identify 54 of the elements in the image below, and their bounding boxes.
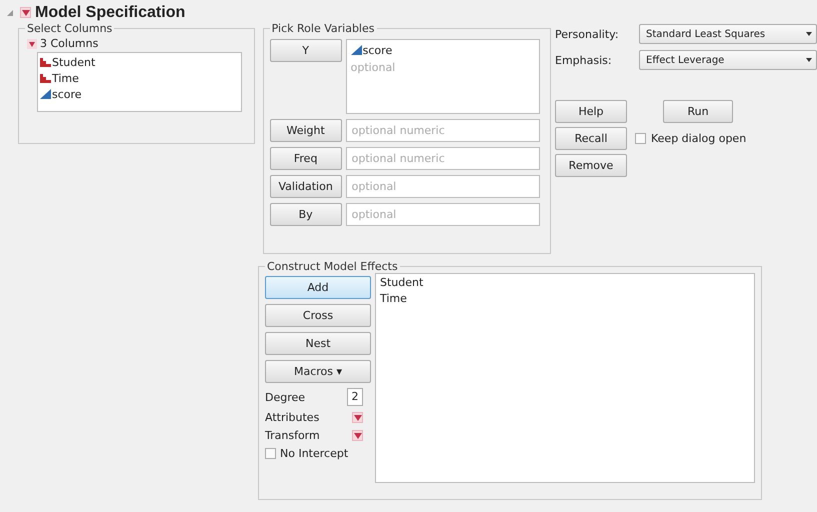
remove-button[interactable]: Remove — [555, 154, 627, 177]
field-label: Transform — [265, 429, 320, 442]
effect-button[interactable]: Add — [265, 276, 371, 299]
panel-title: Construct Model Effects — [266, 260, 399, 273]
role-field[interactable]: optional — [346, 175, 540, 198]
menu-icon[interactable] — [20, 7, 31, 18]
role-button[interactable]: Y — [270, 39, 342, 62]
role-button[interactable]: Validation — [270, 175, 342, 198]
effects-list[interactable]: Student Time — [375, 273, 755, 483]
column-item[interactable]: score — [40, 86, 239, 102]
degree-field[interactable]: 2 — [347, 388, 363, 406]
disclosure-icon[interactable] — [6, 8, 14, 16]
column-item[interactable]: Time — [40, 70, 239, 86]
personality-dropdown[interactable]: Standard Least Squares — [639, 24, 817, 44]
field-label: Personality: — [555, 28, 620, 40]
role-item[interactable]: score — [350, 42, 535, 58]
placeholder-text: optional — [350, 61, 396, 74]
field-label: Degree — [265, 390, 306, 404]
menu-icon[interactable] — [352, 430, 363, 441]
checkbox[interactable] — [265, 448, 276, 459]
effect-button[interactable]: Cross — [265, 304, 371, 327]
bar-chart-icon — [40, 73, 51, 83]
triangle-icon — [40, 89, 51, 99]
role-list[interactable]: score optional — [346, 39, 540, 114]
effect-button[interactable]: Nest — [265, 332, 371, 355]
macros-button[interactable]: Macros ▾ — [265, 360, 371, 383]
caret-icon — [806, 58, 812, 62]
emphasis-dropdown[interactable]: Effect Leverage — [639, 50, 817, 70]
field-label: Emphasis: — [555, 54, 613, 66]
collapse-icon[interactable] — [27, 38, 37, 48]
checkbox-label: Keep dialog open — [651, 132, 746, 145]
checkbox-label: No Intercept — [280, 447, 348, 460]
recall-button[interactable]: Recall — [555, 127, 627, 150]
field-label: Attributes — [265, 411, 320, 424]
bar-chart-icon — [40, 57, 51, 67]
panel-title: Select Columns — [26, 22, 114, 35]
role-button[interactable]: Weight — [270, 119, 342, 142]
role-field[interactable]: optional numeric — [346, 119, 540, 142]
column-item[interactable]: Student — [40, 54, 239, 70]
triangle-icon — [350, 45, 362, 55]
effect-item[interactable]: Time — [380, 292, 750, 308]
checkbox[interactable] — [635, 133, 646, 144]
role-button[interactable]: Freq — [270, 147, 342, 170]
role-button[interactable]: By — [270, 203, 342, 226]
role-field[interactable]: optional numeric — [346, 147, 540, 170]
caret-icon — [806, 32, 812, 36]
menu-icon[interactable] — [352, 412, 363, 423]
role-field[interactable]: optional — [346, 203, 540, 226]
group-label: 3 Columns — [40, 37, 98, 50]
window-title: Model Specification — [35, 4, 186, 22]
panel-title: Pick Role Variables — [270, 22, 376, 35]
help-button[interactable]: Help — [555, 100, 627, 123]
run-button[interactable]: Run — [663, 100, 733, 123]
effect-item[interactable]: Student — [380, 276, 750, 292]
